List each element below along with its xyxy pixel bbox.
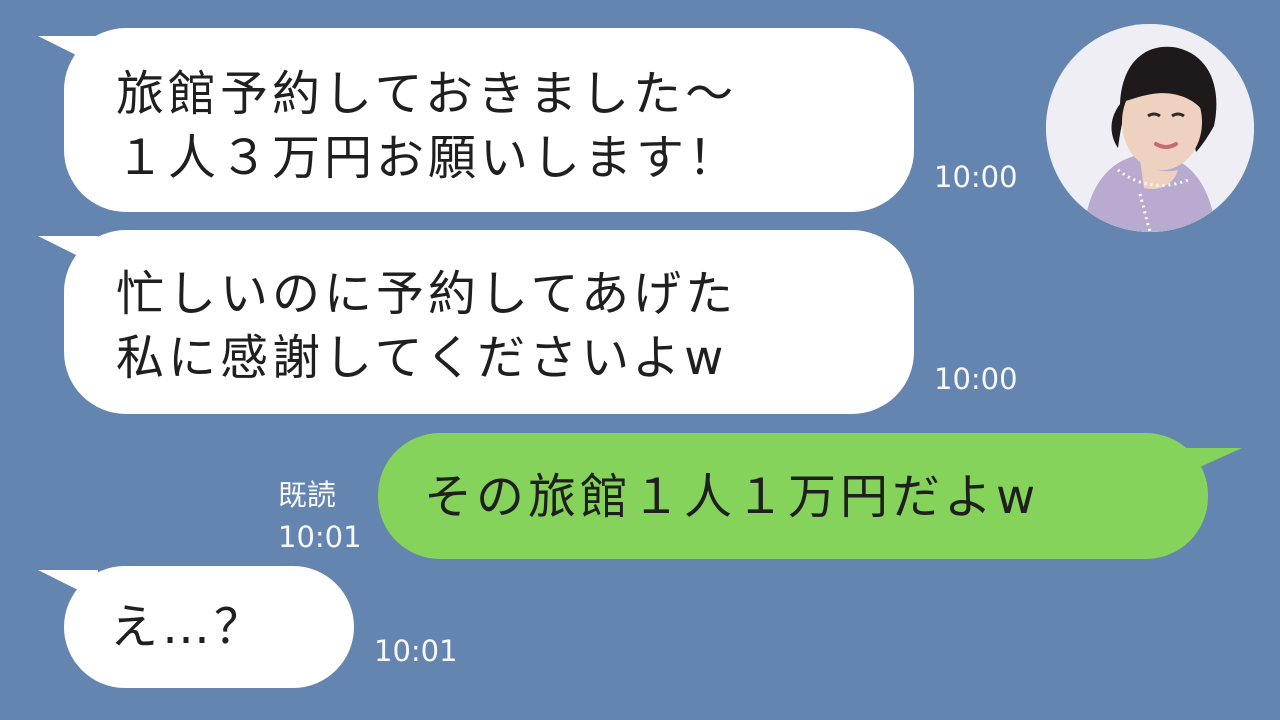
incoming-message-bubble[interactable]: え…？ xyxy=(64,566,354,688)
message-timestamp: 10:01 xyxy=(374,634,458,668)
woman-avatar-icon[interactable] xyxy=(1046,24,1254,232)
message-text: え…？ xyxy=(110,599,267,655)
read-receipt: 既読 xyxy=(278,478,337,512)
message-timestamp: 10:00 xyxy=(934,362,1018,396)
message-text: その旅館１人１万円だよw xyxy=(424,469,1040,525)
chat-screen: 旅館予約しておきました〜 １人３万円お願いします！ 10:00 忙しいのに予約し… xyxy=(0,0,1280,720)
message-timestamp: 10:01 xyxy=(278,520,362,554)
incoming-message-bubble[interactable]: 忙しいのに予約してあげた 私に感謝してくださいよw xyxy=(64,230,914,414)
message-text: 忙しいのに予約してあげた 私に感謝してくださいよw xyxy=(116,266,738,386)
message-timestamp: 10:00 xyxy=(934,160,1018,194)
outgoing-bubble-tail xyxy=(1180,448,1242,476)
avatar-image xyxy=(1046,24,1254,232)
message-text: 旅館予約しておきました〜 １人３万円お願いします！ xyxy=(116,66,741,186)
incoming-message-bubble[interactable]: 旅館予約しておきました〜 １人３万円お願いします！ xyxy=(64,28,914,212)
outgoing-message-bubble[interactable]: その旅館１人１万円だよw xyxy=(378,433,1208,559)
